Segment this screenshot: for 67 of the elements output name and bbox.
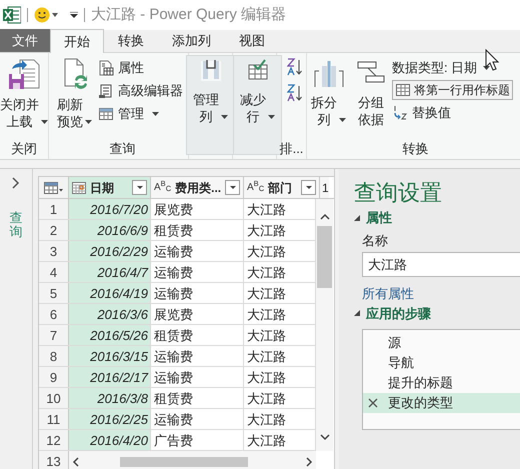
table-cell: 租赁费 [151,220,244,240]
ribbon-button[interactable]: 关闭并上载 [0,58,48,130]
ribbon-button[interactable]: 将第一行用作标题 [392,80,513,100]
ribbon-button[interactable]: 刷新预览 [57,58,92,130]
table-cell: 广告费 [151,430,244,450]
row-number: 9 [39,367,69,387]
name-field[interactable]: 大江路 [362,252,520,277]
all-properties-link[interactable]: 所有属性 [362,284,414,304]
table-cell: 2016/4/7 [69,262,151,282]
queries-pane-label[interactable]: 查询 [10,211,22,240]
table-cell: 运输费 [151,409,244,429]
ribbon-button[interactable]: 拆分列 [311,58,346,128]
row-number: 7 [39,325,69,345]
step-item[interactable]: 更改的类型 [363,393,520,413]
table-cell: 运输费 [151,283,244,303]
ribbon-tab[interactable]: 开始 [50,29,104,53]
table-cell: 2016/5/26 [69,325,151,345]
table-cell: 2016/2/17 [69,367,151,387]
table-cell: 运输费 [151,241,244,261]
step-item[interactable]: 导航 [363,353,520,373]
file-menu-button[interactable]: 文件 [0,29,50,52]
window-title: 大江路 - Power Query 编辑器 [91,4,286,25]
ribbon-button[interactable]: 管理 [98,104,183,124]
ribbon-button[interactable]: 管理列 [186,55,235,155]
section-header[interactable]: 应用的步骤 [354,304,520,323]
ribbon-button[interactable]: 高级编辑器 [98,81,183,101]
row-number: 3 [39,241,69,261]
table-cell: 运输费 [151,367,244,387]
table-cell: 2016/2/29 [69,241,151,261]
table-cell: 运输费 [151,346,244,366]
table-cell: 运输费 [151,262,244,282]
table-cell: 2016/2/25 [69,409,151,429]
table-cell: 展览费 [151,199,244,219]
ribbon-button[interactable]: 替换值 [392,103,513,123]
group-label: 查询 [110,140,136,158]
row-number: 11 [39,409,69,429]
table-cell: 2016/3/8 [69,388,151,408]
table-cell: 租赁费 [151,388,244,408]
column-header[interactable]: 日期 [69,177,151,198]
row-number: 8 [39,346,69,366]
row-number: 6 [39,304,69,324]
table-cell: 租赁费 [151,325,244,345]
step-item[interactable]: 源 [363,333,520,353]
row-number: 13 [39,451,69,469]
group-label: 转换 [402,140,428,158]
section-header[interactable]: 属性 [354,208,520,228]
row-number: 4 [39,262,69,282]
table-cell: 2016/3/6 [69,304,151,324]
row-number: 1 [39,199,69,219]
table-cell: 2016/6/9 [69,220,151,240]
row-number: 5 [39,283,69,303]
row-number: 2 [39,220,69,240]
table-cell: 2016/4/19 [69,283,151,303]
row-number: 10 [39,388,69,408]
panel-title: 查询设置 [354,179,443,207]
table-cell: 2016/3/15 [69,346,151,366]
column-header[interactable]: 1 [320,177,329,198]
ribbon-button[interactable]: 属性 [98,58,183,78]
group-label: 排... [280,140,304,158]
group-label: 关闭 [11,140,37,158]
table-cell: 展览费 [151,304,244,324]
ribbon-button[interactable]: 分组依据 [356,58,386,128]
table-cell: 2016/4/20 [69,430,151,450]
step-item[interactable]: 提升的标题 [363,373,520,393]
table-cell: 2016/7/20 [69,199,151,219]
row-number: 12 [39,430,69,450]
field-label: 名称 [362,232,389,250]
